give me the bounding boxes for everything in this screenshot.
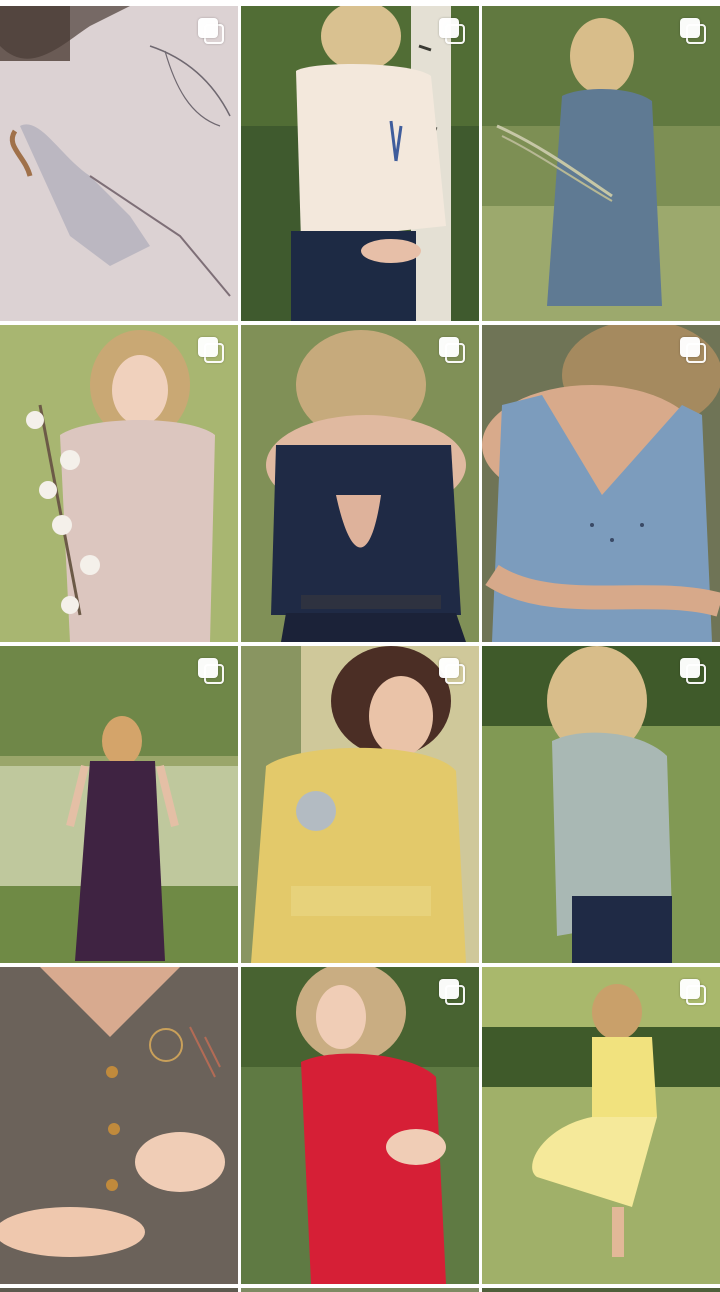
multiple-photos-icon <box>198 337 224 363</box>
multiple-photos-icon <box>439 18 465 44</box>
multiple-photos-icon <box>680 18 706 44</box>
grid-tile-pink-top-cotton[interactable] <box>0 325 238 642</box>
grid-tile-blue-strap-dress[interactable] <box>482 325 720 642</box>
grid-tile-cream-blouse[interactable] <box>241 6 479 321</box>
photo-blue-wrap-dress <box>482 6 720 321</box>
multiple-photos-icon <box>680 979 706 1005</box>
photo-pink-top-cotton <box>0 325 238 642</box>
next-row-peek <box>482 1288 720 1292</box>
multiple-photos-icon <box>198 18 224 44</box>
next-row-peek <box>0 1288 238 1292</box>
multiple-photos-icon <box>680 658 706 684</box>
next-row-peek <box>241 1288 479 1292</box>
photo-grey-embroidered-dress <box>0 967 238 1284</box>
photo-yellow-dress-twirl <box>482 967 720 1284</box>
grid-tile-grey-blouse-field[interactable] <box>482 646 720 963</box>
photo-blue-strap-dress <box>482 325 720 642</box>
multiple-photos-icon <box>439 658 465 684</box>
photo-grey-blouse-field <box>482 646 720 963</box>
grid-tile-red-dress[interactable] <box>241 967 479 1284</box>
grid-tile-plum-dress-garden[interactable] <box>0 646 238 963</box>
multiple-photos-icon <box>680 337 706 363</box>
grid-tile-grey-embroidered-dress[interactable] <box>0 967 238 1284</box>
photo-red-dress <box>241 967 479 1284</box>
photo-plum-dress-garden <box>0 646 238 963</box>
multiple-photos-icon <box>439 337 465 363</box>
grid-tile-yellow-dress-twirl[interactable] <box>482 967 720 1284</box>
photo-navy-open-back-top <box>241 325 479 642</box>
multiple-photos-icon <box>198 658 224 684</box>
grid-tile-navy-open-back-top[interactable] <box>241 325 479 642</box>
photo-yellow-dress-portrait <box>241 646 479 963</box>
multiple-photos-icon <box>439 979 465 1005</box>
photo-fashion-sketch <box>0 6 238 321</box>
photo-cream-blouse <box>241 6 479 321</box>
grid-tile-fashion-sketch[interactable] <box>0 6 238 321</box>
grid-tile-blue-wrap-dress[interactable] <box>482 6 720 321</box>
grid-tile-yellow-dress-portrait[interactable] <box>241 646 479 963</box>
